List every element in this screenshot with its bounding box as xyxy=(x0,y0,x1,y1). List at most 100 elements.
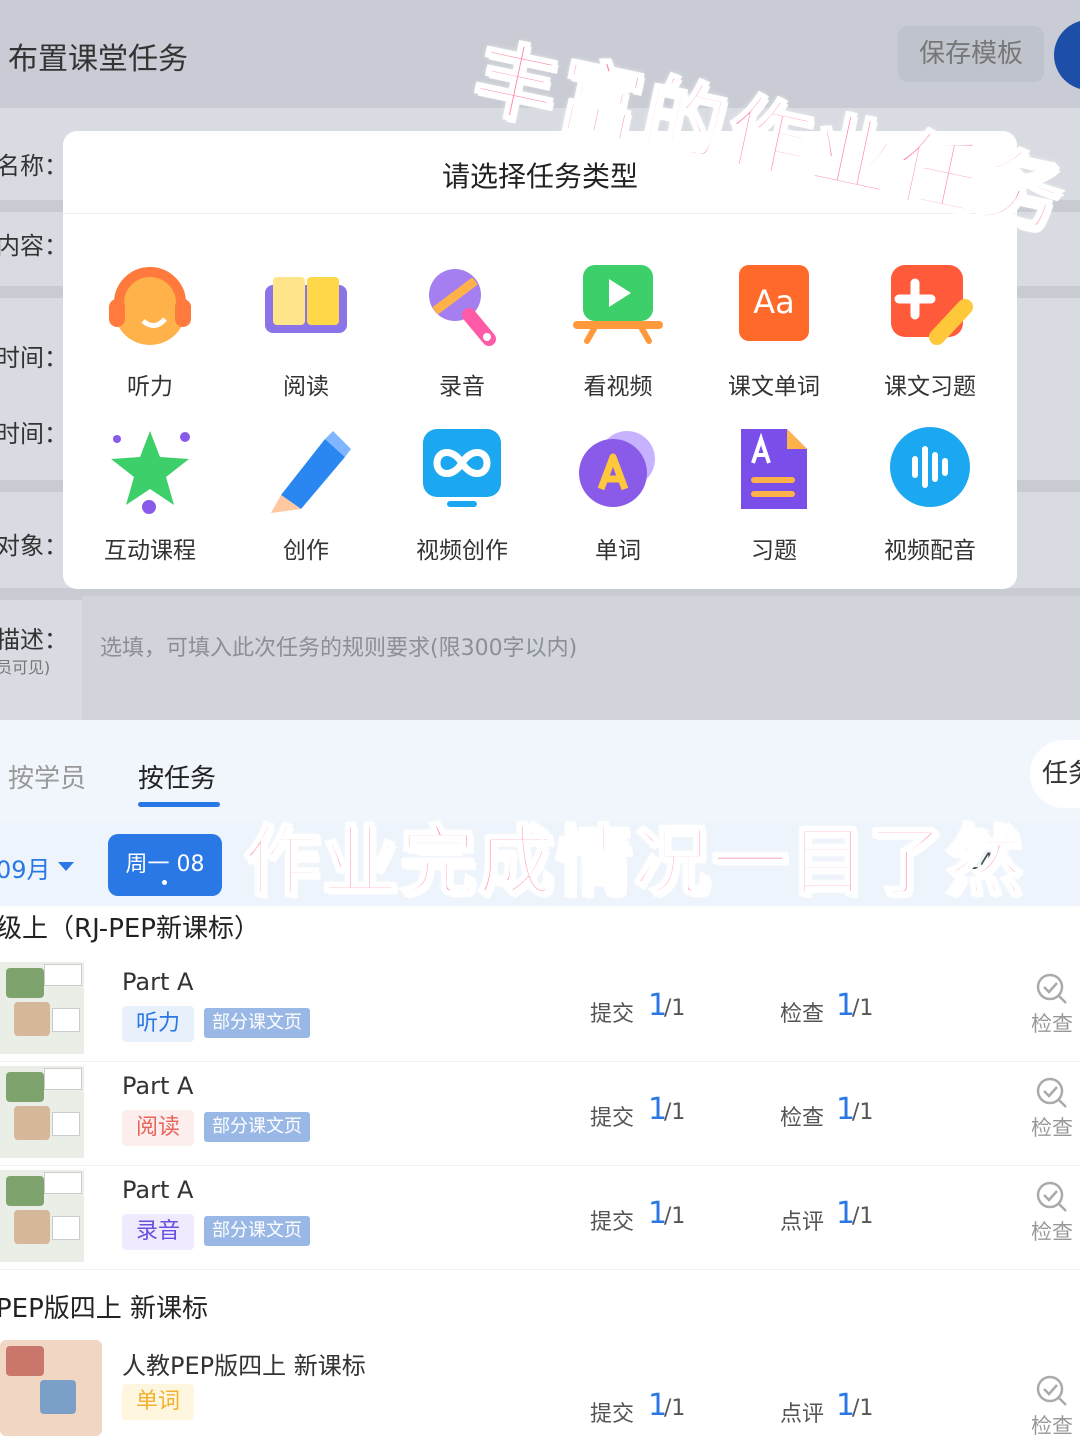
task-type-watch-video[interactable]: 看视频 xyxy=(540,261,696,401)
review-label: 检查 xyxy=(780,1002,825,1027)
headphones-icon xyxy=(109,267,191,345)
check-magnifier-icon xyxy=(1036,973,1067,1004)
tab-by-task[interactable]: 按任务 xyxy=(138,758,216,795)
comment-total: /1 xyxy=(852,1396,874,1421)
check-magnifier-icon xyxy=(1036,1181,1067,1212)
task-type-tag: 单词 xyxy=(122,1384,195,1420)
check-button[interactable]: 检查 xyxy=(1024,972,1080,1038)
audio-wave-icon xyxy=(890,427,970,507)
task-type-words[interactable]: 单词 xyxy=(540,425,696,565)
task-type-text-words[interactable]: Aa 课文单词 xyxy=(696,261,852,401)
task-type-video-create[interactable]: 视频创作 xyxy=(384,425,540,565)
task-type-label: 看视频 xyxy=(583,374,653,400)
month-picker[interactable]: 09月 xyxy=(0,850,51,885)
text-aa-icon: Aa xyxy=(739,265,809,341)
task-type-interactive-course[interactable]: 互动课程 xyxy=(72,425,228,565)
content-label: 内容： xyxy=(0,232,68,260)
name-label: 名称： xyxy=(0,152,68,180)
check-button[interactable]: 检查 xyxy=(1024,1374,1080,1440)
task-progress-screen: 按学员 按任务 任务 09月 周一 08 14 级上（RJ-PEP新课标） Pa… xyxy=(0,720,1080,1440)
group-title: 级上（RJ-PEP新课标） xyxy=(0,914,260,944)
description-textarea[interactable]: 选填，可填入此次任务的规则要求(限300字以内) xyxy=(82,596,1080,720)
submit-total: /1 xyxy=(664,1204,686,1229)
task-name: Part A xyxy=(122,1176,194,1204)
check-label: 检查 xyxy=(1031,1012,1073,1036)
task-type-label: 视频创作 xyxy=(416,538,508,564)
save-template-button[interactable]: 保存模板 xyxy=(898,26,1044,82)
task-row[interactable]: Part A 录音 部分课文页 提交 1 /1 点评 1 /1 检查 xyxy=(0,1166,1080,1270)
submit-label: 提交 xyxy=(590,1002,635,1027)
edit-plus-icon xyxy=(891,265,973,345)
description-label: 描述： xyxy=(0,626,68,654)
task-type-label: 创作 xyxy=(283,538,329,564)
task-type-create[interactable]: 创作 xyxy=(228,425,384,565)
document-a-icon xyxy=(741,429,807,509)
end-time-label: 时间： xyxy=(0,420,68,448)
scope-tag: 部分课文页 xyxy=(204,1216,310,1246)
task-name: Part A xyxy=(122,1072,194,1100)
submit-total: /1 xyxy=(664,996,686,1021)
task-type-tag: 听力 xyxy=(122,1006,195,1042)
task-filter-button[interactable]: 任务 xyxy=(1030,740,1080,808)
comment-label: 点评 xyxy=(780,1210,825,1235)
check-button[interactable]: 检查 xyxy=(1024,1076,1080,1142)
task-type-label: 习题 xyxy=(751,538,797,564)
task-type-label: 视频配音 xyxy=(884,538,976,564)
task-type-label: 单词 xyxy=(595,538,641,564)
tab-by-student[interactable]: 按学员 xyxy=(8,758,86,795)
promo-subtitle: 作业完成情况一目了然 xyxy=(243,816,1024,908)
task-type-label: 课文习题 xyxy=(884,374,976,400)
scope-tag: 部分课文页 xyxy=(204,1008,310,1038)
task-type-tag: 阅读 xyxy=(122,1110,195,1146)
task-type-text-exercise[interactable]: 课文习题 xyxy=(852,261,1008,401)
check-label: 检查 xyxy=(1031,1414,1073,1438)
task-type-recording[interactable]: 录音 xyxy=(384,261,540,401)
check-label: 检查 xyxy=(1031,1116,1073,1140)
submit-label: 提交 xyxy=(590,1402,635,1427)
target-label: 对象： xyxy=(0,532,68,560)
task-row[interactable]: Part A 听力 部分课文页 提交 1 /1 检查 1 /1 检查 xyxy=(0,958,1080,1062)
task-type-tag: 录音 xyxy=(122,1214,195,1250)
task-name: 人教PEP版四上 新课标 xyxy=(122,1352,366,1380)
open-book-icon xyxy=(265,277,347,333)
active-tab-indicator xyxy=(138,802,220,807)
task-type-label: 阅读 xyxy=(283,374,329,400)
lesson-thumbnail xyxy=(0,962,84,1054)
publish-button[interactable] xyxy=(1054,20,1080,90)
description-sublabel: 员可见) xyxy=(0,658,51,677)
task-name: Part A xyxy=(122,968,194,996)
scope-tag: 部分课文页 xyxy=(204,1112,310,1142)
check-button[interactable]: 检查 xyxy=(1024,1180,1080,1246)
svg-text:Aa: Aa xyxy=(753,283,795,321)
group-title: PEP版四上 新课标 xyxy=(0,1294,209,1324)
chevron-down-icon xyxy=(58,862,74,871)
task-type-label: 听力 xyxy=(127,374,173,400)
task-type-video-dubbing[interactable]: 视频配音 xyxy=(852,425,1008,565)
review-total: /1 xyxy=(852,1100,874,1125)
day-selected[interactable]: 周一 08 xyxy=(108,834,222,896)
task-type-label: 课文单词 xyxy=(728,374,820,400)
pencil-icon xyxy=(271,431,351,513)
comment-total: /1 xyxy=(852,1204,874,1229)
check-magnifier-icon xyxy=(1036,1375,1067,1406)
submit-label: 提交 xyxy=(590,1210,635,1235)
task-row[interactable]: 人教PEP版四上 新课标 单词 提交 1 /1 点评 1 /1 检查 xyxy=(0,1336,1080,1440)
submit-total: /1 xyxy=(664,1100,686,1125)
start-time-label: 时间： xyxy=(0,344,68,372)
day-marker-dot xyxy=(162,880,167,885)
check-label: 检查 xyxy=(1031,1220,1073,1244)
task-type-listening[interactable]: 听力 xyxy=(72,261,228,401)
page-title: 布置课堂任务 xyxy=(8,42,188,77)
description-placeholder: 选填，可填入此次任务的规则要求(限300字以内) xyxy=(100,636,578,661)
submit-total: /1 xyxy=(664,1396,686,1421)
task-type-reading[interactable]: 阅读 xyxy=(228,261,384,401)
video-play-icon xyxy=(573,265,663,344)
task-row[interactable]: Part A 阅读 部分课文页 提交 1 /1 检查 1 /1 检查 xyxy=(0,1062,1080,1166)
review-total: /1 xyxy=(852,996,874,1021)
lesson-thumbnail xyxy=(0,1066,84,1158)
infinity-icon xyxy=(423,429,501,507)
task-type-exercise[interactable]: 习题 xyxy=(696,425,852,565)
task-type-label: 互动课程 xyxy=(104,538,196,564)
lesson-thumbnail xyxy=(0,1170,84,1262)
lesson-thumbnail xyxy=(0,1340,102,1436)
